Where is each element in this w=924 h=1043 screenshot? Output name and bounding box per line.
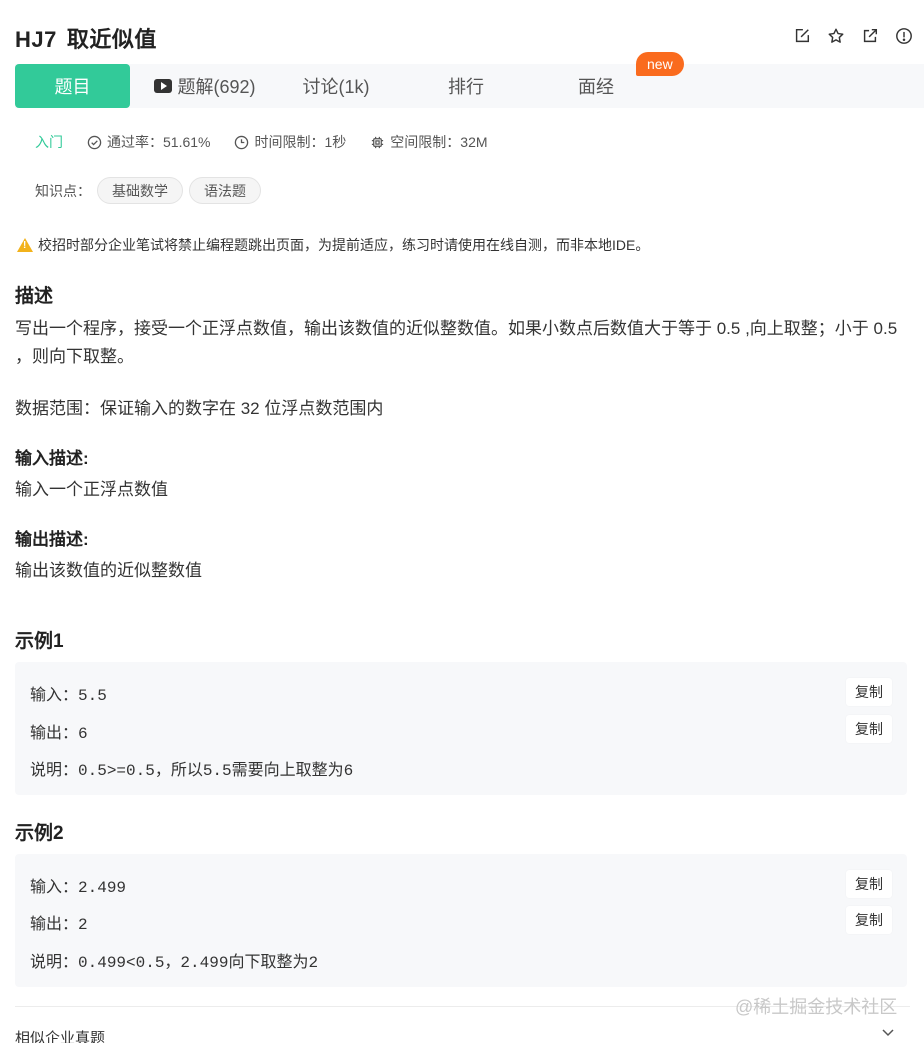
note-value: 0.5>=0.5，所以5.5需要向上取整为6 (78, 762, 354, 780)
output-label: 输出： (30, 725, 79, 742)
example-1-note: 说明：0.5>=0.5，所以5.5需要向上取整为6 (30, 756, 353, 780)
tag-basic-math[interactable]: 基础数学 (97, 177, 183, 204)
knowledge-points: 知识点： 基础数学 语法题 (35, 177, 261, 204)
warning-icon (17, 238, 33, 252)
tab-problem[interactable]: 题目 (15, 64, 130, 108)
output-value: 6 (78, 725, 88, 743)
tag-syntax[interactable]: 语法题 (189, 177, 261, 204)
example-1-input: 输入：5.5 (30, 681, 107, 705)
star-icon[interactable] (826, 26, 846, 46)
example-2-box: 输入：2.499 复制 输出：2 复制 说明：0.499<0.5，2.499向下… (15, 854, 907, 987)
exam-notice: 校招时部分企业笔试将禁止编程题跳出页面，为提前适应，练习时请使用在线自测，而非本… (17, 235, 649, 255)
input-label: 输入： (30, 687, 79, 704)
notice-text: 校招时部分企业笔试将禁止编程题跳出页面，为提前适应，练习时请使用在线自测，而非本… (38, 237, 650, 253)
tab-interview-label: 面经 (578, 77, 614, 97)
watermark: @稀土掘金技术社区 (735, 997, 898, 1017)
pass-rate: 通过率：51.61% (87, 132, 210, 152)
tab-discussion[interactable]: 讨论(1k) (280, 64, 392, 108)
video-icon (154, 79, 173, 93)
copy-output-button[interactable]: 复制 (846, 715, 892, 743)
tab-solutions-label: 题解(692) (177, 77, 256, 97)
input-value: 2.499 (78, 879, 127, 897)
space-limit: 空间限制：32M (370, 132, 488, 152)
chip-icon (372, 136, 384, 148)
example-2-input: 输入：2.499 (30, 873, 126, 897)
output-desc-title: 输出描述: (15, 530, 89, 549)
chevron-down-icon[interactable] (880, 1024, 896, 1040)
problem-meta: 入门 通过率：51.61% 时间限制：1秒 空间限制：32M (35, 132, 512, 152)
example-1-box: 输入：5.5 复制 输出：6 复制 说明：0.5>=0.5，所以5.5需要向上取… (15, 662, 907, 795)
tab-solutions[interactable]: 题解(692) (130, 64, 280, 108)
tab-problem-label: 题目 (54, 77, 91, 97)
example-2-note: 说明：0.499<0.5，2.499向下取整为2 (30, 948, 318, 972)
description-text: 写出一个程序，接受一个正浮点数值，输出该数值的近似整数值。如果小数点后数值大于等… (15, 319, 898, 366)
copy-input-button[interactable]: 复制 (846, 870, 892, 898)
example-1-output: 输出：6 (30, 719, 88, 743)
input-label: 输入： (30, 879, 79, 896)
example-2-title: 示例2 (15, 823, 64, 844)
input-desc-title: 输入描述: (15, 449, 89, 468)
info-icon[interactable] (894, 26, 914, 46)
description-title: 描述 (15, 286, 54, 307)
pass-rate-text: 通过率：51.61% (107, 134, 211, 150)
space-limit-text: 空间限制：32M (390, 134, 488, 150)
header-actions (792, 26, 914, 46)
similar-questions-toggle[interactable]: 相似企业真题 (15, 1027, 105, 1043)
output-value: 2 (78, 916, 88, 934)
note-label: 说明： (30, 762, 79, 779)
clock-icon (235, 135, 249, 149)
check-circle-icon (87, 135, 102, 149)
input-desc-text: 输入一个正浮点数值 (15, 480, 168, 499)
time-limit: 时间限制：1秒 (234, 132, 346, 152)
note-label: 说明： (30, 954, 79, 971)
difficulty-level: 入门 (35, 134, 63, 150)
knowledge-label: 知识点： (35, 182, 91, 199)
edit-icon[interactable] (792, 26, 812, 46)
example-2-output: 输出：2 (30, 910, 88, 934)
output-desc-text: 输出该数值的近似整数值 (15, 561, 202, 580)
output-label: 输出： (30, 916, 79, 933)
input-value: 5.5 (78, 687, 107, 705)
external-link-icon[interactable] (860, 26, 880, 46)
copy-output-button[interactable]: 复制 (846, 906, 892, 934)
copy-input-button[interactable]: 复制 (846, 678, 892, 706)
problem-name: 取近似值 (66, 27, 157, 52)
tab-ranking-label: 排行 (448, 77, 484, 97)
page-title: HJ7 取近似值 (15, 22, 157, 54)
problem-header: HJ7 取近似值 (15, 18, 924, 58)
problem-code: HJ7 (15, 27, 57, 52)
note-value: 0.499<0.5，2.499向下取整为2 (78, 954, 319, 972)
example-1-title: 示例1 (15, 631, 64, 652)
tab-ranking[interactable]: 排行 (392, 64, 540, 108)
new-badge: new (636, 52, 684, 76)
time-limit-text: 时间限制：1秒 (254, 134, 347, 150)
tab-discussion-label: 讨论(1k) (302, 77, 370, 97)
data-range-text: 数据范围：保证输入的数字在 32 位浮点数范围内 (15, 399, 384, 418)
tab-bar: 题目 题解(692) 讨论(1k) 排行 面经 (15, 64, 924, 108)
